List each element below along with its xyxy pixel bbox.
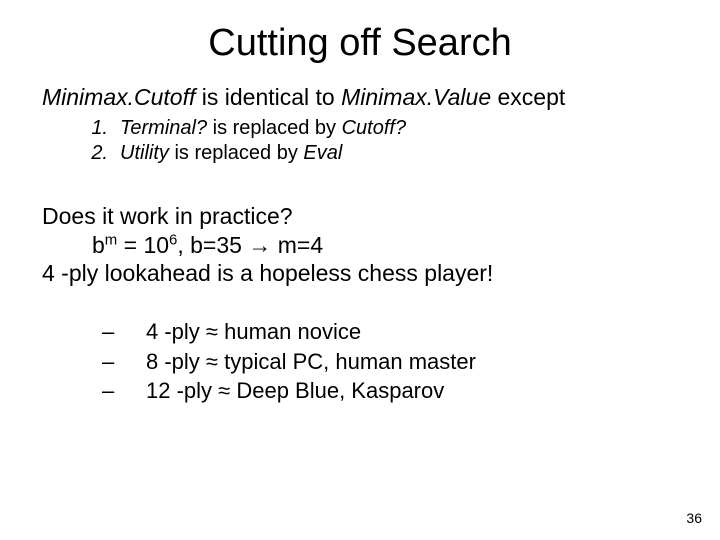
intro-text-2: except xyxy=(491,84,565,110)
slide-title: Cutting off Search xyxy=(0,0,720,83)
ply-text: 8 -ply ≈ typical PC, human master xyxy=(146,348,476,376)
rule-term: Eval xyxy=(303,142,342,164)
term-minimax-value: Minimax.Value xyxy=(341,84,491,110)
practice-block: Does it work in practice? bm = 106, b=35… xyxy=(42,202,678,288)
practice-question: Does it work in practice? xyxy=(42,202,678,231)
rule-list: 1. Terminal? is replaced by Cutoff? 2. U… xyxy=(42,116,678,166)
bullet-dash-icon: – xyxy=(102,348,146,376)
ply-text: 4 -ply ≈ human novice xyxy=(146,318,361,346)
intro-line: Minimax.Cutoff is identical to Minimax.V… xyxy=(42,83,678,112)
rule-item: 2. Utility is replaced by Eval xyxy=(76,141,678,166)
rule-number: 1. xyxy=(76,116,120,141)
rule-term: Utility xyxy=(120,142,169,164)
ply-item: – 8 -ply ≈ typical PC, human master xyxy=(102,348,678,376)
rule-mid: is replaced by xyxy=(207,117,342,139)
rule-mid: is replaced by xyxy=(169,142,304,164)
eq-m4: m=4 xyxy=(271,232,323,258)
hopeless-line: 4 -ply lookahead is a hopeless chess pla… xyxy=(42,259,678,288)
bullet-dash-icon: – xyxy=(102,318,146,346)
page-number: 36 xyxy=(686,510,702,526)
rule-term: Cutoff? xyxy=(342,117,406,139)
rule-text: Terminal? is replaced by Cutoff? xyxy=(120,116,406,141)
rule-item: 1. Terminal? is replaced by Cutoff? xyxy=(76,116,678,141)
ply-item: – 12 -ply ≈ Deep Blue, Kasparov xyxy=(102,377,678,405)
rule-number: 2. xyxy=(76,141,120,166)
term-minimax-cutoff: Minimax.Cutoff xyxy=(42,84,195,110)
rule-term: Terminal? xyxy=(120,117,207,139)
bullet-dash-icon: – xyxy=(102,377,146,405)
ply-text: 12 -ply ≈ Deep Blue, Kasparov xyxy=(146,377,444,405)
ply-item: – 4 -ply ≈ human novice xyxy=(102,318,678,346)
eq-part2: , b=35 xyxy=(177,232,248,258)
ply-list: – 4 -ply ≈ human novice – 8 -ply ≈ typic… xyxy=(42,318,678,405)
slide: Cutting off Search Minimax.Cutoff is ide… xyxy=(0,0,720,540)
eq-part1: = 10 xyxy=(117,232,169,258)
eq-m-sup: m xyxy=(105,231,117,248)
intro-text-1: is identical to xyxy=(195,84,341,110)
equation-line: bm = 106, b=35 → m=4 xyxy=(42,231,678,260)
rule-text: Utility is replaced by Eval xyxy=(120,141,342,166)
eq-b: b xyxy=(92,232,105,258)
arrow-icon: → xyxy=(248,232,271,258)
slide-body: Minimax.Cutoff is identical to Minimax.V… xyxy=(0,83,720,405)
